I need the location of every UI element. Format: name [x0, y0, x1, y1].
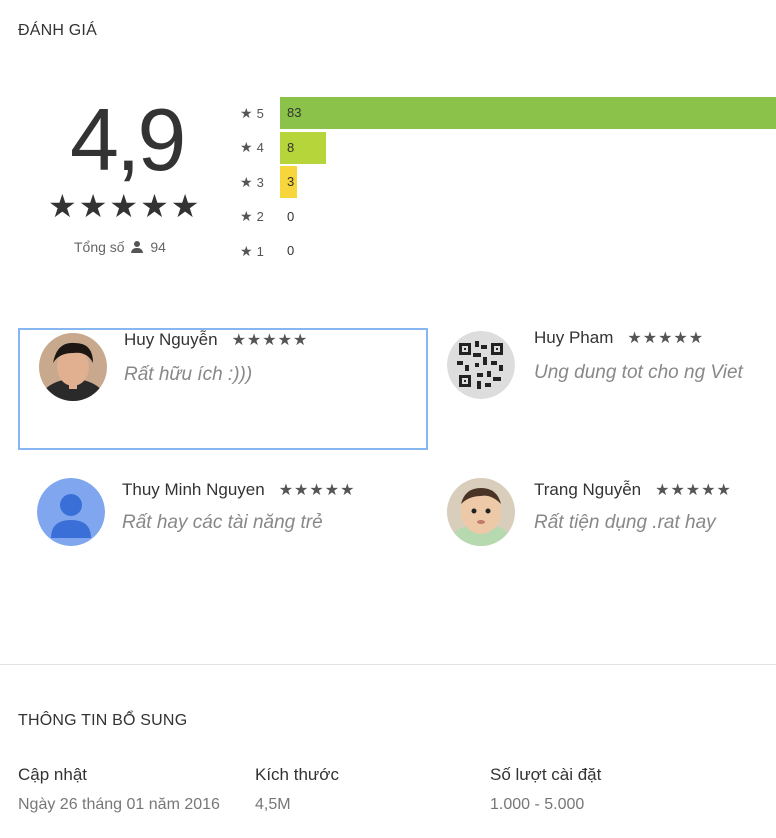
histogram-star-label: ★ 2	[240, 201, 280, 233]
rating-histogram: ★ 5 83 ★ 4 8 ★ 3 3 ★ 2 0 ★ 1 0	[240, 97, 776, 270]
histogram-count: 0	[287, 243, 295, 258]
review-stars: ★★★★★	[627, 330, 705, 347]
review-text: Rất hữu ích :)))	[124, 364, 253, 385]
review-stars: ★★★★★	[655, 482, 732, 499]
additional-info-title: THÔNG TIN BỔ SUNG	[18, 712, 188, 729]
default-avatar-icon	[37, 478, 105, 546]
star-icon: ★	[240, 173, 253, 190]
review-text: Ung dung tot cho ng Viet	[534, 362, 743, 383]
histogram-row: ★ 3 3	[240, 166, 776, 201]
review-card[interactable]: Huy Pham ★★★★★ Ung dung tot cho ng Viet	[428, 328, 776, 450]
reviewer-name: Huy Pham ★★★★★	[534, 328, 705, 347]
reviewer-avatar	[447, 331, 515, 399]
person-icon	[130, 241, 144, 253]
histogram-count: 0	[287, 208, 295, 224]
reviewer-avatar	[447, 478, 515, 546]
histogram-count: 3	[287, 174, 295, 189]
ratings-section-title: ĐÁNH GIÁ	[18, 22, 97, 39]
histogram-star-label: ★ 1	[240, 235, 280, 267]
review-card[interactable]: Trang Nguyễn ★★★★★ Rất tiện dụng .rat hay	[428, 478, 776, 600]
histogram-row: ★ 1 0	[240, 235, 776, 270]
reviewer-name: Huy Nguyễn ★★★★★	[124, 330, 309, 349]
info-size: Kích thước 4,5M	[255, 765, 455, 817]
histogram-row: ★ 5 83	[240, 97, 776, 132]
star-level: 4	[256, 140, 264, 155]
star-icon: ★	[240, 139, 253, 155]
reviewer-name: Thuy Minh Nguyen ★★★★★	[122, 480, 356, 499]
info-updated: Cập nhật Ngày 26 tháng 01 năm 2016	[18, 765, 228, 817]
review-card[interactable]: Thuy Minh Nguyen ★★★★★ Rất hay các tài nă…	[18, 478, 428, 600]
info-installs: Số lượt cài đặt 1.000 - 5.000	[490, 765, 740, 817]
average-rating-stars: ★★★★★	[48, 188, 202, 224]
histogram-bar	[280, 97, 776, 129]
review-text: Rất hay các tài năng trẻ	[122, 512, 323, 533]
histogram-row: ★ 4 8	[240, 131, 776, 167]
review-card[interactable]: Huy Nguyễn ★★★★★ Rất hữu ích :)))	[18, 328, 428, 450]
star-level: 1	[256, 243, 264, 259]
review-stars: ★★★★★	[278, 482, 356, 499]
updated-label: Cập nhật	[18, 765, 87, 784]
histogram-star-label: ★ 4	[240, 132, 280, 164]
histogram-star-label: ★ 3	[240, 166, 280, 198]
reviewer-avatar	[39, 333, 107, 401]
reviewer-name: Trang Nguyễn ★★★★★	[534, 480, 732, 499]
size-label: Kích thước	[255, 765, 339, 784]
total-label: Tổng số	[74, 239, 125, 255]
histogram-count: 8	[287, 139, 295, 155]
total-count: 94	[150, 239, 166, 255]
star-level: 3	[256, 174, 264, 190]
review-stars: ★★★★★	[231, 332, 309, 349]
histogram-star-label: ★ 5	[240, 97, 280, 129]
star-level: 5	[256, 105, 264, 121]
star-level: 2	[256, 209, 264, 224]
section-divider	[0, 664, 776, 665]
installs-value: 1.000 - 5.000	[490, 796, 585, 813]
size-value: 4,5M	[255, 796, 291, 813]
star-icon: ★	[240, 242, 253, 259]
review-text: Rất tiện dụng .rat hay	[534, 512, 716, 533]
total-ratings: Tổng số 94	[74, 239, 166, 255]
histogram-row: ★ 2 0	[240, 201, 776, 236]
star-icon: ★	[240, 208, 253, 224]
average-rating: 4,9	[70, 90, 186, 189]
star-icon: ★	[240, 104, 253, 121]
updated-value: Ngày 26 tháng 01 năm 2016	[18, 796, 220, 813]
histogram-count: 83	[287, 105, 302, 120]
installs-label: Số lượt cài đặt	[490, 765, 602, 784]
